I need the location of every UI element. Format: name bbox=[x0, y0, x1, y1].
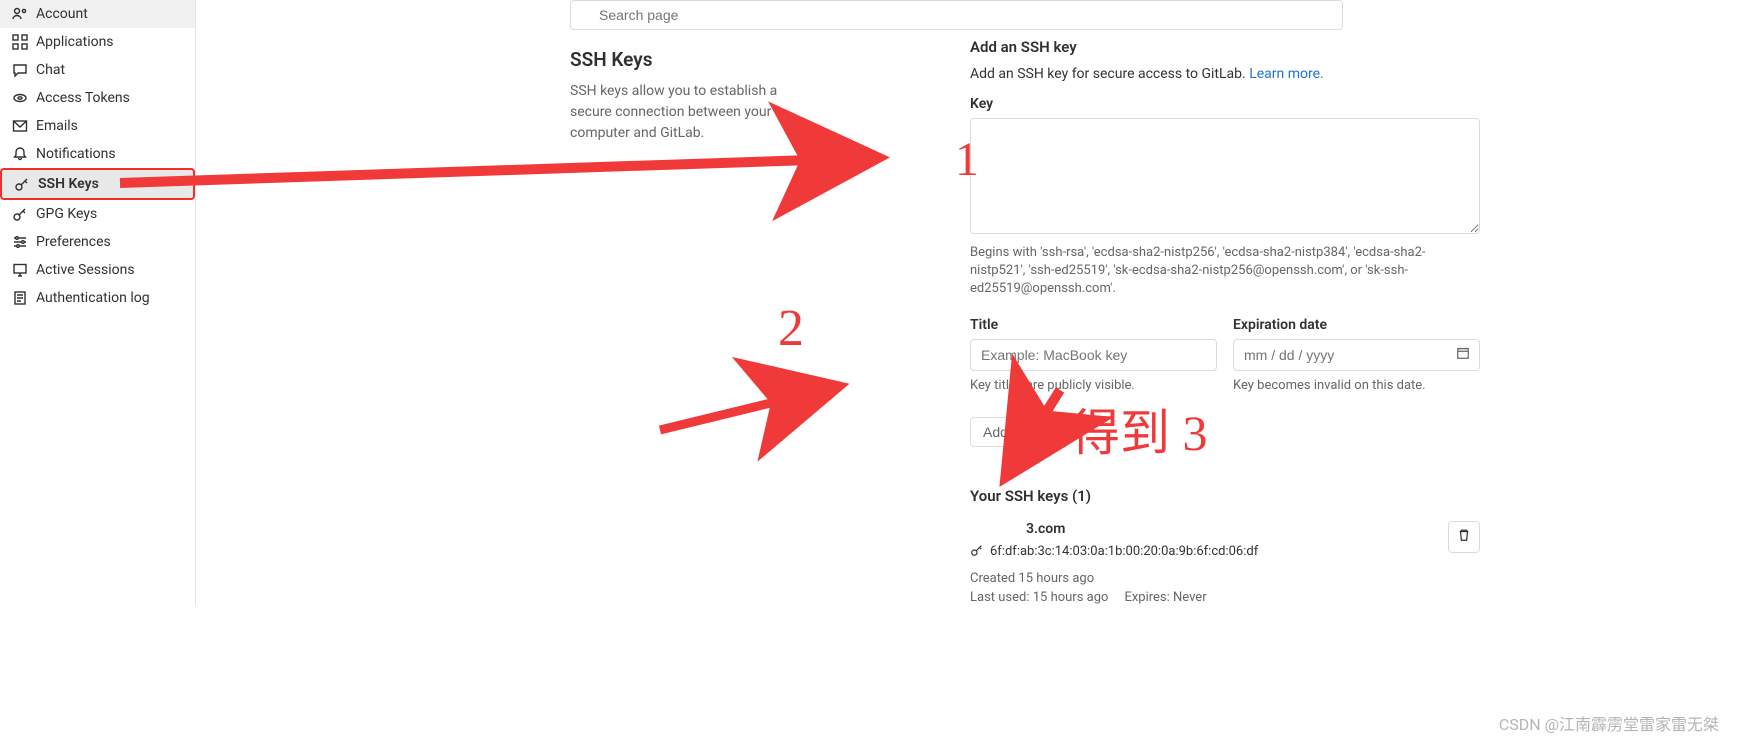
preferences-icon bbox=[12, 234, 28, 250]
sidebar-label: GPG Keys bbox=[36, 206, 97, 222]
account-icon bbox=[12, 6, 28, 22]
keys-heading: Your SSH keys (1) bbox=[970, 487, 1480, 505]
title-hint: Key titles are publicly visible. bbox=[970, 377, 1217, 395]
key-entry: 3.com 6f:df:ab:3c:14:03:0a:1b:00:20:0a:9… bbox=[970, 521, 1480, 605]
add-key-button[interactable]: Add key bbox=[970, 417, 1047, 447]
log-icon bbox=[12, 290, 28, 306]
form-heading: Add an SSH key bbox=[970, 38, 1480, 56]
exp-hint: Key becomes invalid on this date. bbox=[1233, 377, 1480, 395]
learn-more-link[interactable]: Learn more. bbox=[1249, 66, 1324, 82]
form-help: Add an SSH key for secure access to GitL… bbox=[970, 66, 1480, 82]
exp-label: Expiration date bbox=[1233, 317, 1480, 333]
sidebar-item-applications[interactable]: Applications bbox=[0, 28, 195, 56]
watermark: CSDN @江南霹雳堂雷家雷无桀 bbox=[1499, 711, 1719, 735]
key-fingerprint: 6f:df:ab:3c:14:03:0a:1b:00:20:0a:9b:6f:c… bbox=[990, 544, 1258, 559]
key-expires: Expires: Never bbox=[1124, 590, 1206, 605]
sidebar: Account Applications Chat Access Tokens … bbox=[0, 0, 196, 605]
sidebar-item-chat[interactable]: Chat bbox=[0, 56, 195, 84]
monitor-icon bbox=[12, 262, 28, 278]
sidebar-label: Applications bbox=[36, 34, 114, 50]
search-container bbox=[570, 0, 930, 30]
sidebar-item-active-sessions[interactable]: Active Sessions bbox=[0, 256, 195, 284]
key-last-used: Last used: 15 hours ago bbox=[970, 590, 1108, 605]
key-meta: Last used: 15 hours ago Expires: Never bbox=[970, 590, 1480, 605]
main-content: SSH Keys SSH keys allow you to establish… bbox=[196, 0, 1739, 605]
sidebar-item-emails[interactable]: Emails bbox=[0, 112, 195, 140]
sidebar-label: SSH Keys bbox=[38, 176, 99, 192]
exp-input[interactable] bbox=[1233, 339, 1480, 371]
sidebar-item-access-tokens[interactable]: Access Tokens bbox=[0, 84, 195, 112]
sidebar-label: Active Sessions bbox=[36, 262, 135, 278]
sidebar-label: Access Tokens bbox=[36, 90, 130, 106]
sidebar-item-account[interactable]: Account bbox=[0, 0, 195, 28]
email-icon bbox=[12, 118, 28, 134]
key-icon bbox=[12, 206, 28, 222]
key-hint: Begins with 'ssh-rsa', 'ecdsa-sha2-nistp… bbox=[970, 244, 1480, 299]
key-created: Created 15 hours ago bbox=[970, 571, 1480, 586]
section-title: SSH Keys bbox=[570, 48, 930, 71]
sidebar-item-gpg-keys[interactable]: GPG Keys bbox=[0, 200, 195, 228]
delete-key-button[interactable] bbox=[1448, 521, 1480, 553]
search-input[interactable] bbox=[570, 0, 1343, 30]
sidebar-label: Preferences bbox=[36, 234, 111, 250]
form-help-text: Add an SSH key for secure access to GitL… bbox=[970, 66, 1249, 82]
sidebar-item-notifications[interactable]: Notifications bbox=[0, 140, 195, 168]
keys-list: Your SSH keys (1) 3.com 6f:df:ab:3c:14:0… bbox=[970, 487, 1480, 605]
title-label: Title bbox=[970, 317, 1217, 333]
token-icon bbox=[12, 90, 28, 106]
bell-icon bbox=[12, 146, 28, 162]
title-input[interactable] bbox=[970, 339, 1217, 371]
key-title: 3.com bbox=[970, 521, 1480, 537]
key-label: Key bbox=[970, 96, 1480, 112]
sidebar-label: Notifications bbox=[36, 146, 116, 162]
key-textarea[interactable] bbox=[970, 118, 1480, 234]
key-icon bbox=[970, 543, 984, 561]
sidebar-item-auth-log[interactable]: Authentication log bbox=[0, 284, 195, 312]
trash-icon bbox=[1457, 528, 1471, 546]
sidebar-label: Account bbox=[36, 6, 88, 22]
sidebar-label: Chat bbox=[36, 62, 65, 78]
section-desc: SSH keys allow you to establish a secure… bbox=[570, 81, 790, 144]
key-icon bbox=[14, 176, 30, 192]
applications-icon bbox=[12, 34, 28, 50]
sidebar-label: Emails bbox=[36, 118, 78, 134]
sidebar-item-ssh-keys[interactable]: SSH Keys bbox=[0, 168, 195, 200]
chat-icon bbox=[12, 62, 28, 78]
sidebar-label: Authentication log bbox=[36, 290, 150, 306]
calendar-icon bbox=[1456, 346, 1470, 364]
sidebar-item-preferences[interactable]: Preferences bbox=[0, 228, 195, 256]
